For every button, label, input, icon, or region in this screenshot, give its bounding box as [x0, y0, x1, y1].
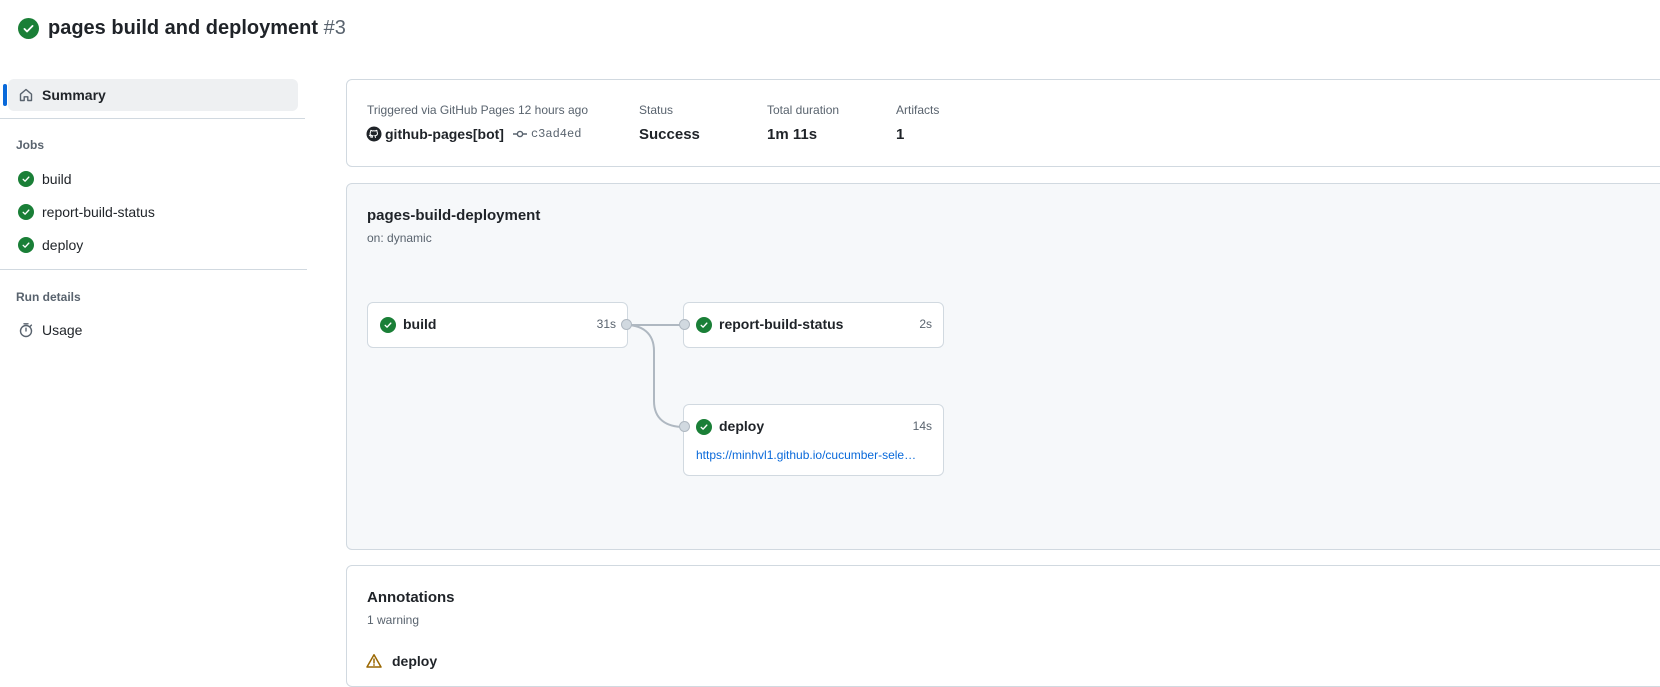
job-connector-lines — [625, 324, 685, 428]
artifacts-label: Artifacts — [896, 103, 940, 117]
sidebar-item-deploy[interactable]: deploy — [18, 233, 83, 257]
duration-value: 1m 11s — [767, 126, 818, 143]
run-summary-card — [346, 79, 1660, 167]
sidebar-item-label: Usage — [42, 322, 83, 338]
sidebar-item-label: build — [42, 171, 72, 187]
workflow-graph-card — [346, 183, 1660, 550]
job-card-build[interactable]: build 31s — [367, 302, 628, 348]
alert-triangle-icon — [366, 654, 382, 668]
annotation-item[interactable]: deploy — [366, 653, 437, 669]
triggered-text: Triggered via GitHub Pages 12 hours ago — [367, 103, 589, 117]
page-title: pages build and deployment #3 — [48, 17, 346, 40]
success-check-icon — [18, 18, 39, 39]
success-check-icon — [696, 317, 712, 333]
sidebar-item-report-build-status[interactable]: report-build-status — [18, 200, 155, 224]
status-value: Success — [639, 126, 700, 143]
workflow-name: pages-build-deployment — [367, 207, 541, 224]
github-bot-avatar-icon — [366, 126, 382, 142]
status-label: Status — [639, 103, 674, 117]
trigger-details: github-pages[bot] c3ad4ed — [366, 126, 581, 142]
job-input-port — [679, 421, 690, 432]
success-check-icon — [18, 171, 34, 187]
run-details-section-title: Run details — [16, 290, 81, 304]
active-indicator — [3, 84, 7, 106]
actor-link[interactable]: github-pages[bot] — [385, 126, 504, 142]
annotation-job-name: deploy — [392, 653, 438, 669]
sidebar-item-label: Summary — [42, 87, 106, 103]
sidebar-divider — [0, 269, 307, 270]
job-duration: 14s — [912, 419, 932, 433]
git-commit-icon — [512, 130, 527, 138]
sidebar-item-summary[interactable]: Summary — [3, 79, 298, 111]
deployment-url-link[interactable]: https://minhvl1.github.io/cucumber-selen… — [696, 448, 918, 462]
workflow-trigger: on: dynamic — [367, 231, 432, 245]
job-duration: 31s — [596, 317, 616, 331]
job-name: report-build-status — [719, 316, 844, 332]
job-name: build — [403, 316, 437, 332]
annotations-card — [346, 565, 1660, 687]
success-check-icon — [380, 317, 396, 333]
job-card-deploy[interactable]: deploy 14s https://minhvl1.github.io/cuc… — [683, 404, 944, 476]
sidebar-item-usage[interactable]: Usage — [18, 318, 82, 342]
job-duration: 2s — [919, 317, 932, 331]
commit-sha-link[interactable]: c3ad4ed — [531, 127, 581, 141]
job-name: deploy — [719, 418, 765, 434]
jobs-section-title: Jobs — [16, 138, 45, 152]
sidebar-item-label: deploy — [42, 237, 84, 253]
job-input-port — [679, 319, 690, 330]
annotations-count: 1 warning — [367, 613, 420, 627]
sidebar-item-build[interactable]: build — [18, 167, 72, 191]
job-output-port — [621, 319, 632, 330]
annotations-title: Annotations — [367, 589, 455, 606]
job-card-report-build-status[interactable]: report-build-status 2s — [683, 302, 944, 348]
sidebar-item-label: report-build-status — [42, 204, 155, 220]
artifacts-value[interactable]: 1 — [896, 126, 904, 143]
success-check-icon — [18, 204, 34, 220]
run-title: pages build and deployment — [48, 17, 319, 39]
run-number: #3 — [323, 17, 346, 39]
stopwatch-icon — [19, 323, 33, 338]
sidebar-divider — [0, 118, 305, 119]
duration-label: Total duration — [767, 103, 840, 117]
success-check-icon — [696, 419, 712, 435]
home-icon — [19, 88, 33, 102]
success-check-icon — [18, 237, 34, 253]
